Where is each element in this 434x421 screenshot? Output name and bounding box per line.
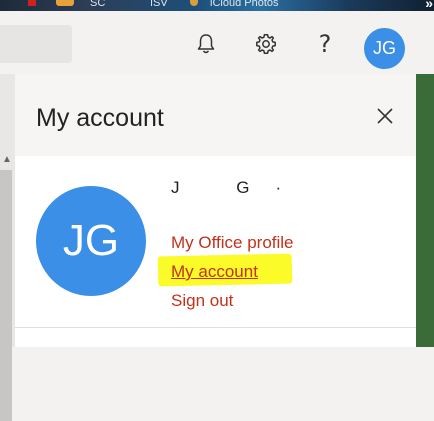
gear-icon[interactable] xyxy=(254,32,278,56)
close-button[interactable] xyxy=(373,104,397,128)
app-header: ? JG xyxy=(0,11,434,74)
avatar-initials: JG xyxy=(372,38,396,58)
bookmarks-overflow-button[interactable]: » xyxy=(425,0,433,11)
panel-title: My account xyxy=(36,104,164,132)
help-icon[interactable]: ? xyxy=(313,32,337,56)
user-name: J G· xyxy=(171,178,308,197)
panel-body: JG J G· My Office profile My account Sig… xyxy=(15,156,416,327)
bell-icon[interactable] xyxy=(194,32,218,56)
bookmark-item[interactable]: SC xyxy=(90,0,105,9)
page-left-gutter: ▲ xyxy=(0,74,15,421)
header-avatar-button[interactable]: JG xyxy=(364,28,405,69)
search-box[interactable] xyxy=(0,25,72,63)
my-office-profile-link[interactable]: My Office profile xyxy=(171,233,294,253)
bookmark-favicon[interactable] xyxy=(28,0,36,6)
scrollbar[interactable] xyxy=(0,170,12,421)
bookmarks-bar: SC ISV iCloud Photos » xyxy=(0,0,434,11)
close-icon xyxy=(377,108,393,124)
avatar-initials: JG xyxy=(62,216,120,265)
bookmark-item[interactable]: iCloud Photos xyxy=(210,0,279,9)
bookmark-item[interactable]: ISV xyxy=(150,0,168,9)
bookmark-favicon[interactable] xyxy=(56,0,74,6)
chevron-up-icon[interactable]: ▲ xyxy=(2,154,12,165)
panel-footer xyxy=(15,328,416,347)
avatar: JG xyxy=(36,186,146,296)
my-account-link[interactable]: My account xyxy=(171,262,258,282)
icloud-icon xyxy=(190,0,198,6)
background-edge xyxy=(416,74,434,347)
sign-out-link[interactable]: Sign out xyxy=(171,291,233,311)
panel-header: My account xyxy=(15,74,416,156)
account-panel: My account JG J G· My Office profile My … xyxy=(15,74,416,347)
